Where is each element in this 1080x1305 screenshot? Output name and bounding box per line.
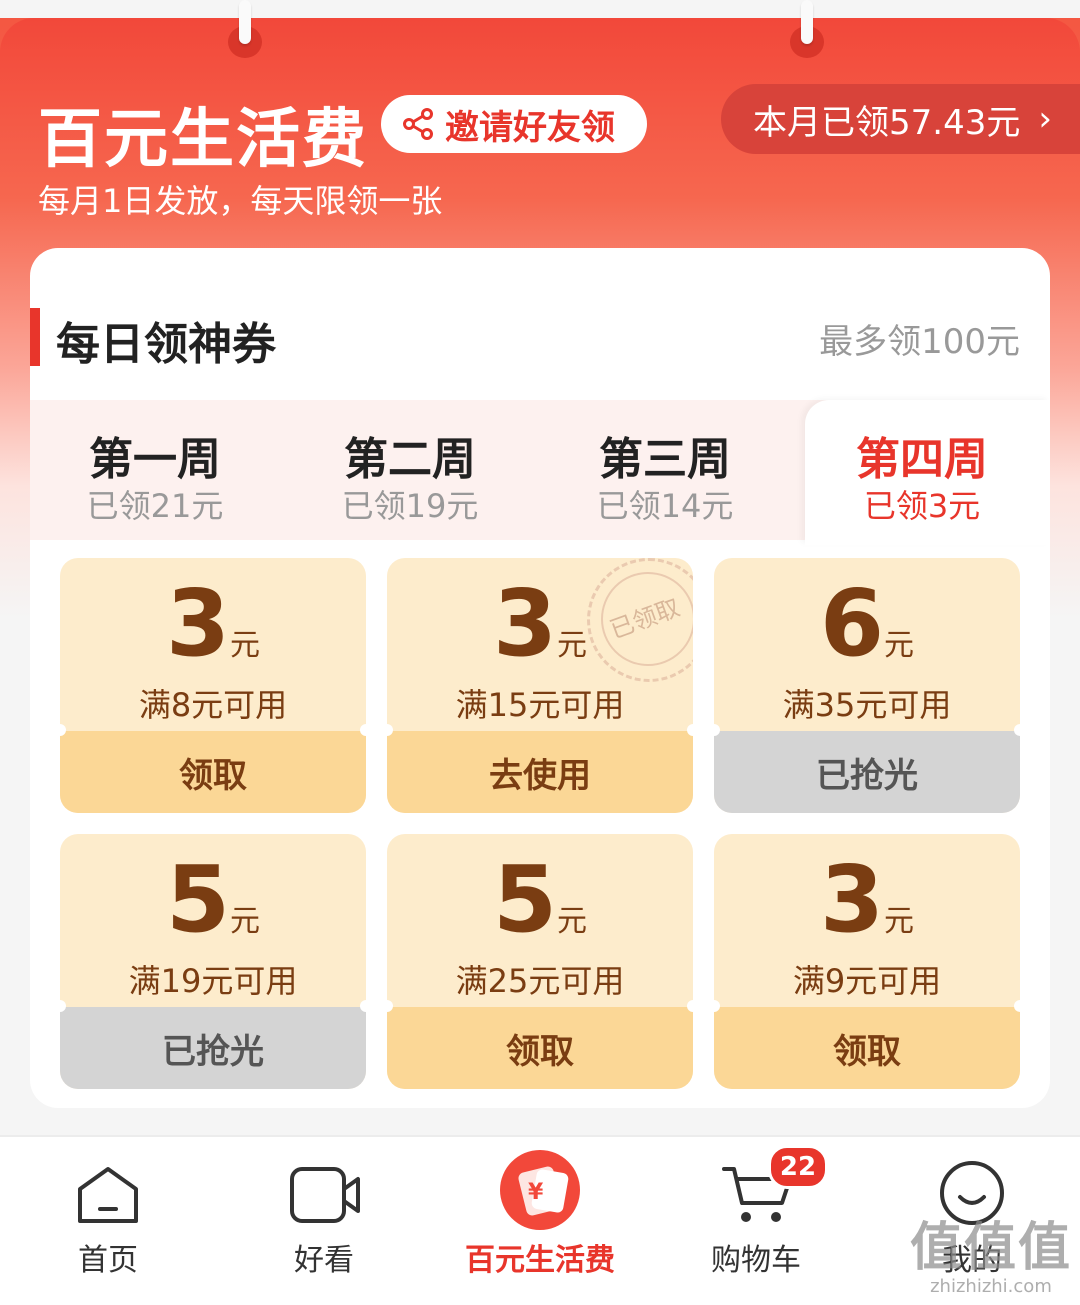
sold-out-button: 已抢光 (714, 731, 1020, 813)
tab-week-1[interactable]: 第一周 已领21元 (35, 434, 275, 526)
tab-week-3[interactable]: 第三周 已领14元 (545, 434, 785, 526)
tab-label: 购物车 (711, 1243, 801, 1278)
tab-label: 好看 (294, 1243, 354, 1278)
claim-button[interactable]: 领取 (714, 1007, 1020, 1089)
tab-week-2[interactable]: 第二周 已领19元 (290, 434, 530, 526)
coupon-condition: 满19元可用 (128, 962, 298, 1000)
cart-count-badge: 22 (768, 1145, 828, 1189)
week-name: 第二周 (344, 434, 476, 485)
week-name: 第四周 (856, 434, 988, 485)
binder-ring-left (228, 0, 262, 58)
coupon-notch (54, 1000, 66, 1012)
coupon-unit: 元 (230, 628, 260, 663)
tab-week-4[interactable]: 第四周 已领3元 (802, 434, 1042, 526)
tab-label: 百元生活费 (465, 1243, 615, 1278)
month-claimed-link[interactable]: 本月已领57.43元 › (721, 84, 1080, 154)
coupon-notch (360, 1000, 372, 1012)
coupon-notch (687, 1000, 699, 1012)
page-title: 百元生活费 (38, 103, 368, 177)
tab-label: 首页 (78, 1243, 138, 1278)
coupon-card: 已领取 3元 满15元可用 去使用 (387, 558, 693, 813)
coupon-notch (1014, 724, 1026, 736)
invite-friends-button[interactable]: 邀请好友领 (381, 95, 647, 153)
section-accent-bar (30, 308, 40, 366)
watermark-mark: 值值值 (909, 1218, 1072, 1278)
profile-icon (940, 1161, 1004, 1225)
week-claimed: 已领19元 (341, 487, 479, 525)
week-claimed: 已领3元 (863, 487, 981, 525)
use-button[interactable]: 去使用 (387, 731, 693, 813)
coupon-amount: 6 (819, 570, 884, 677)
coupon-amount: 3 (492, 570, 557, 677)
svg-text:¥: ¥ (528, 1180, 544, 1205)
coupon-unit: 元 (884, 628, 914, 663)
coupon-card: 3元 满9元可用 领取 (714, 834, 1020, 1089)
month-claimed-text: 本月已领57.43元 (753, 102, 1021, 143)
chevron-right-icon: › (1038, 99, 1052, 139)
coupon-unit: 元 (230, 904, 260, 939)
living-allowance-icon: ¥ (500, 1150, 580, 1230)
invite-label: 邀请好友领 (445, 107, 615, 148)
coupon-notch (708, 1000, 720, 1012)
coupon-condition: 满15元可用 (455, 686, 625, 724)
watermark-url: zhizhizhi.com (930, 1276, 1052, 1297)
week-name: 第一周 (89, 434, 221, 485)
watermark: 值值值 zhizhizhi.com (910, 1220, 1072, 1297)
coupon-amount: 3 (819, 846, 884, 953)
coupon-card: 5元 满25元可用 领取 (387, 834, 693, 1089)
week-claimed: 已领21元 (86, 487, 224, 525)
top-strip (0, 0, 1080, 18)
home-icon (78, 1167, 138, 1223)
coupon-unit: 元 (557, 904, 587, 939)
tab-home[interactable]: 首页 (0, 1137, 216, 1305)
week-name: 第三周 (599, 434, 731, 485)
coupon-condition: 满9元可用 (792, 962, 942, 1000)
claim-button[interactable]: 领取 (60, 731, 366, 813)
section-title: 每日领神券 (56, 319, 276, 370)
week-claimed: 已领14元 (596, 487, 734, 525)
max-claim-note: 最多领100元 (819, 322, 1020, 362)
coupon-unit: 元 (557, 628, 587, 663)
coupon-notch (381, 1000, 393, 1012)
coupon-card: 5元 满19元可用 已抢光 (60, 834, 366, 1089)
coupon-notch (1014, 1000, 1026, 1012)
video-icon (290, 1167, 360, 1223)
claim-button[interactable]: 领取 (387, 1007, 693, 1089)
coupon-panel: 每日领神券 最多领100元 第一周 已领21元 第二周 已领19元 第三周 已领… (30, 248, 1050, 1108)
coupon-amount: 3 (165, 570, 230, 677)
tab-good-look[interactable]: 好看 (216, 1137, 432, 1305)
coupon-unit: 元 (884, 904, 914, 939)
coupon-condition: 满35元可用 (782, 686, 952, 724)
share-icon (403, 108, 433, 140)
coupon-notch (360, 724, 372, 736)
coupon-amount: 5 (165, 846, 230, 953)
coupon-card: 6元 满35元可用 已抢光 (714, 558, 1020, 813)
coupon-notch (54, 724, 66, 736)
coupon-condition: 满8元可用 (138, 686, 288, 724)
coupon-amount: 5 (492, 846, 557, 953)
coupon-notch (381, 724, 393, 736)
coupon-notch (687, 724, 699, 736)
coupon-card: 3元 满8元可用 领取 (60, 558, 366, 813)
coupon-notch (708, 724, 720, 736)
sold-out-button: 已抢光 (60, 1007, 366, 1089)
subtitle: 每月1日发放，每天限领一张 (38, 182, 443, 220)
tab-cart[interactable]: 购物车 (648, 1137, 864, 1305)
tab-living-allowance[interactable]: ¥ 百元生活费 (432, 1137, 648, 1305)
coupon-condition: 满25元可用 (455, 962, 625, 1000)
binder-ring-right (790, 0, 824, 58)
